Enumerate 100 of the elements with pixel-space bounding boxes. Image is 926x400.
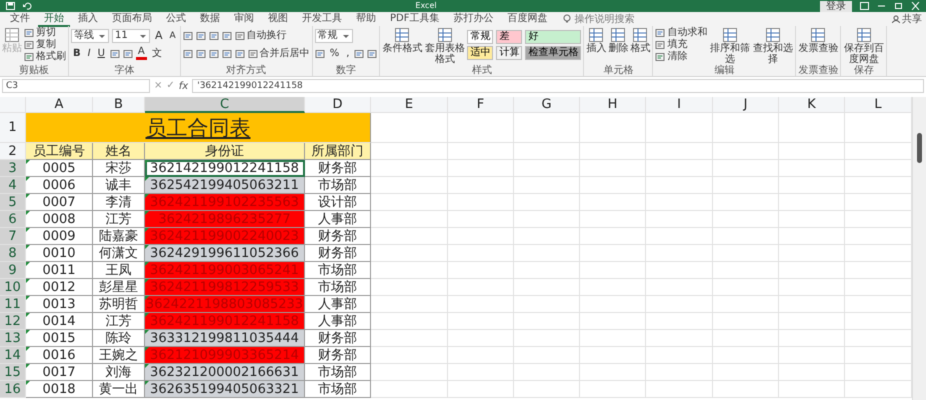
empty-cell[interactable]	[514, 381, 580, 398]
empty-cell[interactable]	[448, 160, 514, 177]
format-icon[interactable]	[222, 48, 232, 58]
ribbon-button[interactable]: 保存到百度网盘	[843, 27, 884, 65]
empty-cell[interactable]	[646, 113, 713, 143]
ribbon-button[interactable]: 填充	[655, 39, 708, 51]
row-header[interactable]: 8	[0, 245, 26, 262]
ribbon-tab[interactable]: 公式	[160, 12, 192, 26]
ribbon-button[interactable]: 删除	[608, 27, 628, 54]
empty-cell[interactable]	[580, 330, 646, 347]
ribbon-button[interactable]: 格式刷	[24, 51, 66, 63]
row-header[interactable]: 13	[0, 330, 26, 347]
empty-cell[interactable]	[646, 194, 713, 211]
empty-cell[interactable]	[514, 330, 580, 347]
format-icon[interactable]	[655, 52, 666, 62]
ribbon-tab[interactable]: 页面布局	[106, 12, 158, 26]
empty-cell[interactable]	[646, 296, 713, 313]
format-icon[interactable]	[655, 28, 666, 38]
format-icon[interactable]	[24, 52, 34, 62]
ribbon-button[interactable]: 条件格式	[382, 27, 422, 54]
format-icon[interactable]	[314, 48, 325, 58]
empty-cell[interactable]	[580, 113, 646, 143]
id-cell[interactable]: 363312199811035444	[145, 330, 305, 347]
row-header[interactable]: 15	[0, 364, 26, 381]
ribbon-tab[interactable]: 开发工具	[296, 12, 348, 26]
column-header[interactable]: F	[448, 97, 514, 113]
empty-cell[interactable]	[713, 245, 779, 262]
empty-cell[interactable]	[514, 143, 580, 160]
empty-cell[interactable]	[514, 313, 580, 330]
empty-cell[interactable]	[713, 347, 779, 364]
column-header[interactable]: G	[514, 97, 580, 113]
empty-cell[interactable]	[646, 143, 713, 160]
column-header[interactable]: J	[713, 97, 779, 113]
ribbon-button[interactable]: 剪切	[24, 27, 66, 39]
ribbon-button[interactable]: 查找和选择	[752, 27, 794, 65]
ribbon-tab[interactable]: 视图	[262, 12, 294, 26]
row-header[interactable]: 6	[0, 211, 26, 228]
ribbon-button[interactable]: ,	[344, 48, 352, 60]
empty-cell[interactable]	[779, 143, 845, 160]
column-header[interactable]: E	[371, 97, 448, 113]
empty-cell[interactable]	[779, 330, 845, 347]
row-header[interactable]: 3	[0, 160, 26, 177]
undo-icon[interactable]	[23, 2, 32, 10]
empty-cell[interactable]	[779, 113, 845, 143]
empty-cell[interactable]	[779, 313, 845, 330]
empty-cell[interactable]	[514, 364, 580, 381]
ribbon-button[interactable]: 复制	[24, 39, 66, 51]
empty-cell[interactable]	[646, 177, 713, 194]
empty-cell[interactable]	[713, 296, 779, 313]
insert-function-button[interactable]: fx	[178, 80, 188, 92]
empty-cell[interactable]	[371, 245, 448, 262]
empty-cell[interactable]	[448, 113, 514, 143]
column-header[interactable]: D	[305, 97, 371, 113]
row-header[interactable]: 4	[0, 177, 26, 194]
empty-cell[interactable]	[371, 262, 448, 279]
cell-style-button[interactable]: 适中	[467, 46, 494, 60]
empty-cell[interactable]	[779, 279, 845, 296]
column-header[interactable]: H	[580, 97, 646, 113]
empty-cell[interactable]	[580, 313, 646, 330]
empty-cell[interactable]	[646, 228, 713, 245]
format-icon[interactable]	[196, 30, 206, 40]
column-header[interactable]: K	[779, 97, 845, 113]
ribbon-button[interactable]: 套用表格格式	[424, 27, 466, 65]
column-header[interactable]: A	[26, 97, 93, 113]
empty-cell[interactable]	[646, 211, 713, 228]
format-icon[interactable]	[655, 40, 666, 50]
empty-cell[interactable]	[448, 330, 514, 347]
save-icon[interactable]	[6, 2, 15, 10]
empty-cell[interactable]	[646, 160, 713, 177]
empty-cell[interactable]	[371, 364, 448, 381]
ribbon-button[interactable]: 清除	[655, 51, 708, 63]
empty-cell[interactable]	[580, 211, 646, 228]
scrollbar-thumb[interactable]	[917, 133, 922, 163]
cell-style-button[interactable]: 好	[525, 30, 582, 44]
empty-cell[interactable]	[779, 262, 845, 279]
column-header[interactable]: B	[93, 97, 145, 113]
empty-cell[interactable]	[646, 347, 713, 364]
id-cell[interactable]: 362429199611052366	[145, 245, 305, 262]
empty-cell[interactable]	[514, 160, 580, 177]
empty-cell[interactable]	[580, 160, 646, 177]
format-icon[interactable]	[354, 48, 364, 58]
empty-cell[interactable]	[448, 245, 514, 262]
ribbon-tab[interactable]: 苏打办公	[447, 12, 500, 26]
cell-style-button[interactable]: 计算	[496, 46, 522, 60]
row-header[interactable]: 10	[0, 279, 26, 296]
italic-button[interactable]: I	[86, 48, 93, 60]
format-icon[interactable]	[24, 40, 34, 50]
empty-cell[interactable]	[646, 313, 713, 330]
empty-cell[interactable]	[646, 364, 713, 381]
empty-cell[interactable]	[779, 347, 845, 364]
id-cell[interactable]: 362542199405063211	[145, 177, 305, 194]
row-header[interactable]: 11	[0, 296, 26, 313]
empty-cell[interactable]	[646, 262, 713, 279]
formula-input[interactable]: '362142199012241158	[192, 79, 924, 93]
empty-cell[interactable]	[371, 211, 448, 228]
column-header[interactable]: I	[646, 97, 713, 113]
ribbon-button[interactable]: 排序和筛选	[709, 27, 750, 65]
format-icon[interactable]	[196, 48, 206, 58]
format-icon[interactable]	[110, 48, 120, 58]
ribbon-button[interactable]: 自动求和	[655, 27, 708, 39]
